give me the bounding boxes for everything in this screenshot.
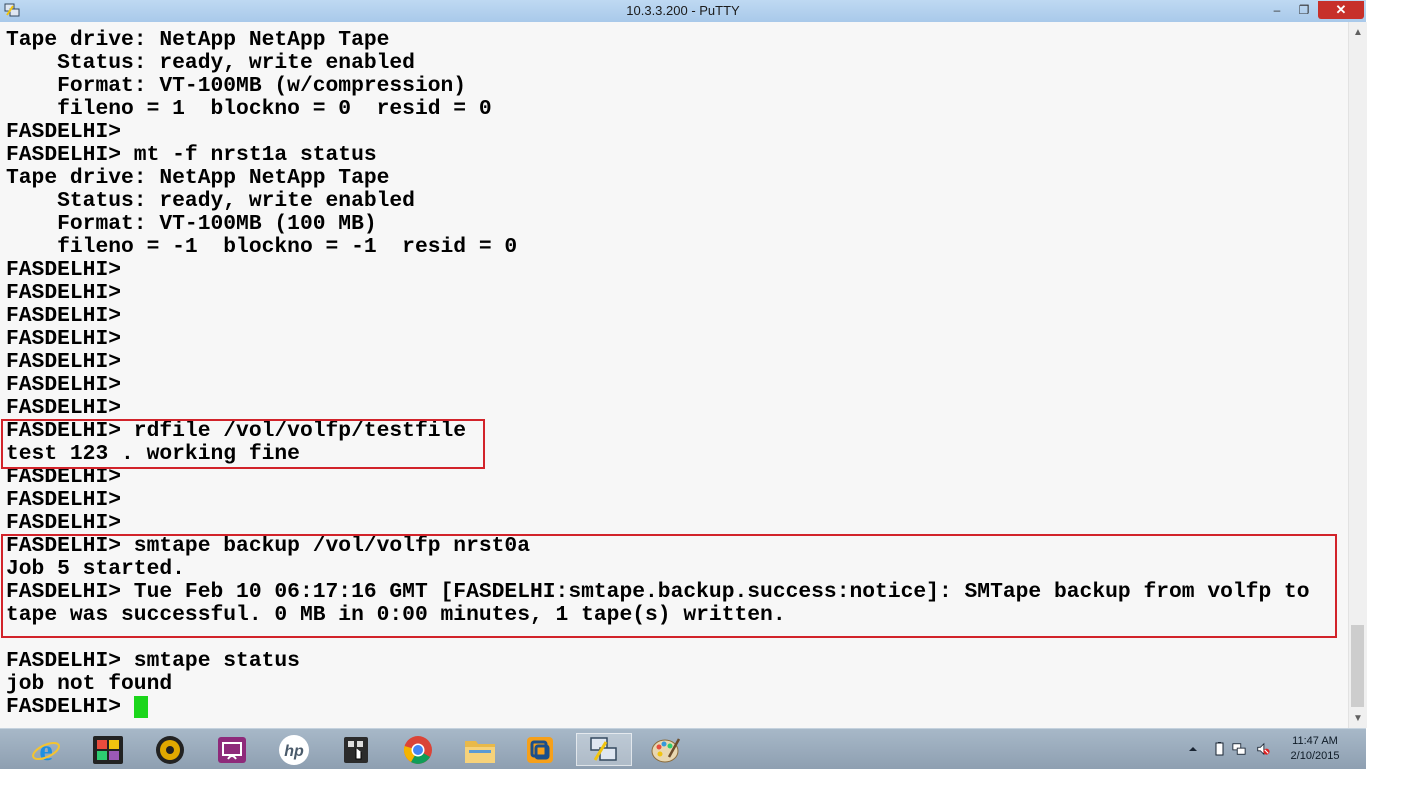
touch-app-icon[interactable] bbox=[330, 733, 382, 766]
vertical-scrollbar[interactable]: ▲ ▼ bbox=[1348, 22, 1367, 728]
terminal-line: FASDELHI> mt -f nrst1a status bbox=[6, 143, 377, 167]
terminal-line: FASDELHI> bbox=[6, 350, 122, 374]
clock-date: 2/10/2015 bbox=[1290, 750, 1340, 762]
terminal-line: FASDELHI> bbox=[6, 488, 122, 512]
terminal-output[interactable]: Tape drive: NetApp NetApp Tape Status: r… bbox=[0, 22, 1348, 728]
terminal-line: FASDELHI> bbox=[6, 511, 122, 535]
maximize-button[interactable]: ❐ bbox=[1291, 1, 1317, 19]
terminal-line: Tape drive: NetApp NetApp Tape bbox=[6, 28, 390, 52]
putty-icon[interactable] bbox=[576, 733, 632, 766]
scrollbar-thumb[interactable] bbox=[1351, 625, 1364, 707]
metro-apps-icon[interactable] bbox=[82, 733, 134, 766]
taskbar: e hp 11:47 AM 2/10/2015 bbox=[0, 728, 1366, 769]
chrome-icon[interactable] bbox=[392, 733, 444, 766]
clock-time: 11:47 AM bbox=[1292, 735, 1338, 747]
paint-icon[interactable] bbox=[640, 733, 692, 766]
terminal-line: FASDELHI> bbox=[6, 120, 122, 144]
terminal-line: fileno = 1 blockno = 0 resid = 0 bbox=[6, 97, 492, 121]
window-title: 10.3.3.200 - PuTTY bbox=[626, 3, 740, 18]
terminal-line: FASDELHI> bbox=[6, 258, 122, 282]
terminal-line: FASDELHI> bbox=[6, 465, 122, 489]
title-bar: 10.3.3.200 - PuTTY – ❐ ✕ bbox=[0, 0, 1366, 23]
battery-icon[interactable] bbox=[1212, 741, 1226, 757]
close-button[interactable]: ✕ bbox=[1318, 1, 1364, 19]
system-clock[interactable]: 11:47 AM 2/10/2015 bbox=[1280, 734, 1350, 764]
terminal-line: fileno = -1 blockno = -1 resid = 0 bbox=[6, 235, 518, 259]
terminal-line: FASDELHI> smtape status bbox=[6, 649, 300, 673]
wireless-display-icon[interactable] bbox=[206, 733, 258, 766]
terminal-cursor bbox=[134, 696, 148, 718]
minimize-button[interactable]: – bbox=[1264, 1, 1290, 19]
volume-muted-icon[interactable] bbox=[1256, 741, 1270, 757]
terminal-line: FASDELHI> bbox=[6, 327, 122, 351]
vmware-icon[interactable] bbox=[514, 733, 566, 766]
media-player-icon[interactable] bbox=[144, 733, 196, 766]
network-icon[interactable] bbox=[1232, 741, 1246, 757]
rdfile-highlight-box bbox=[1, 419, 485, 469]
terminal-line: FASDELHI> bbox=[6, 373, 122, 397]
terminal-line: Format: VT-100MB (100 MB) bbox=[6, 212, 377, 236]
file-explorer-icon[interactable] bbox=[454, 733, 506, 766]
terminal-line: Status: ready, write enabled bbox=[6, 189, 415, 213]
terminal-line: job not found bbox=[6, 672, 173, 696]
svg-text:hp: hp bbox=[284, 743, 304, 760]
svg-text:e: e bbox=[39, 735, 52, 765]
scroll-up-arrow-icon[interactable]: ▲ bbox=[1349, 24, 1367, 41]
terminal-line: Status: ready, write enabled bbox=[6, 51, 415, 75]
terminal-line: Tape drive: NetApp NetApp Tape bbox=[6, 166, 390, 190]
internet-explorer-icon[interactable]: e bbox=[20, 733, 72, 766]
hp-icon[interactable]: hp bbox=[268, 733, 320, 766]
terminal-line: Format: VT-100MB (w/compression) bbox=[6, 74, 467, 98]
terminal-line: FASDELHI> bbox=[6, 695, 122, 719]
smtape-highlight-box bbox=[1, 534, 1337, 638]
show-hidden-icons-chevron-icon[interactable] bbox=[1186, 741, 1200, 757]
terminal-line: FASDELHI> bbox=[6, 281, 122, 305]
terminal-line: FASDELHI> bbox=[6, 304, 122, 328]
terminal-line: FASDELHI> bbox=[6, 396, 122, 420]
scroll-down-arrow-icon[interactable]: ▼ bbox=[1349, 710, 1367, 727]
